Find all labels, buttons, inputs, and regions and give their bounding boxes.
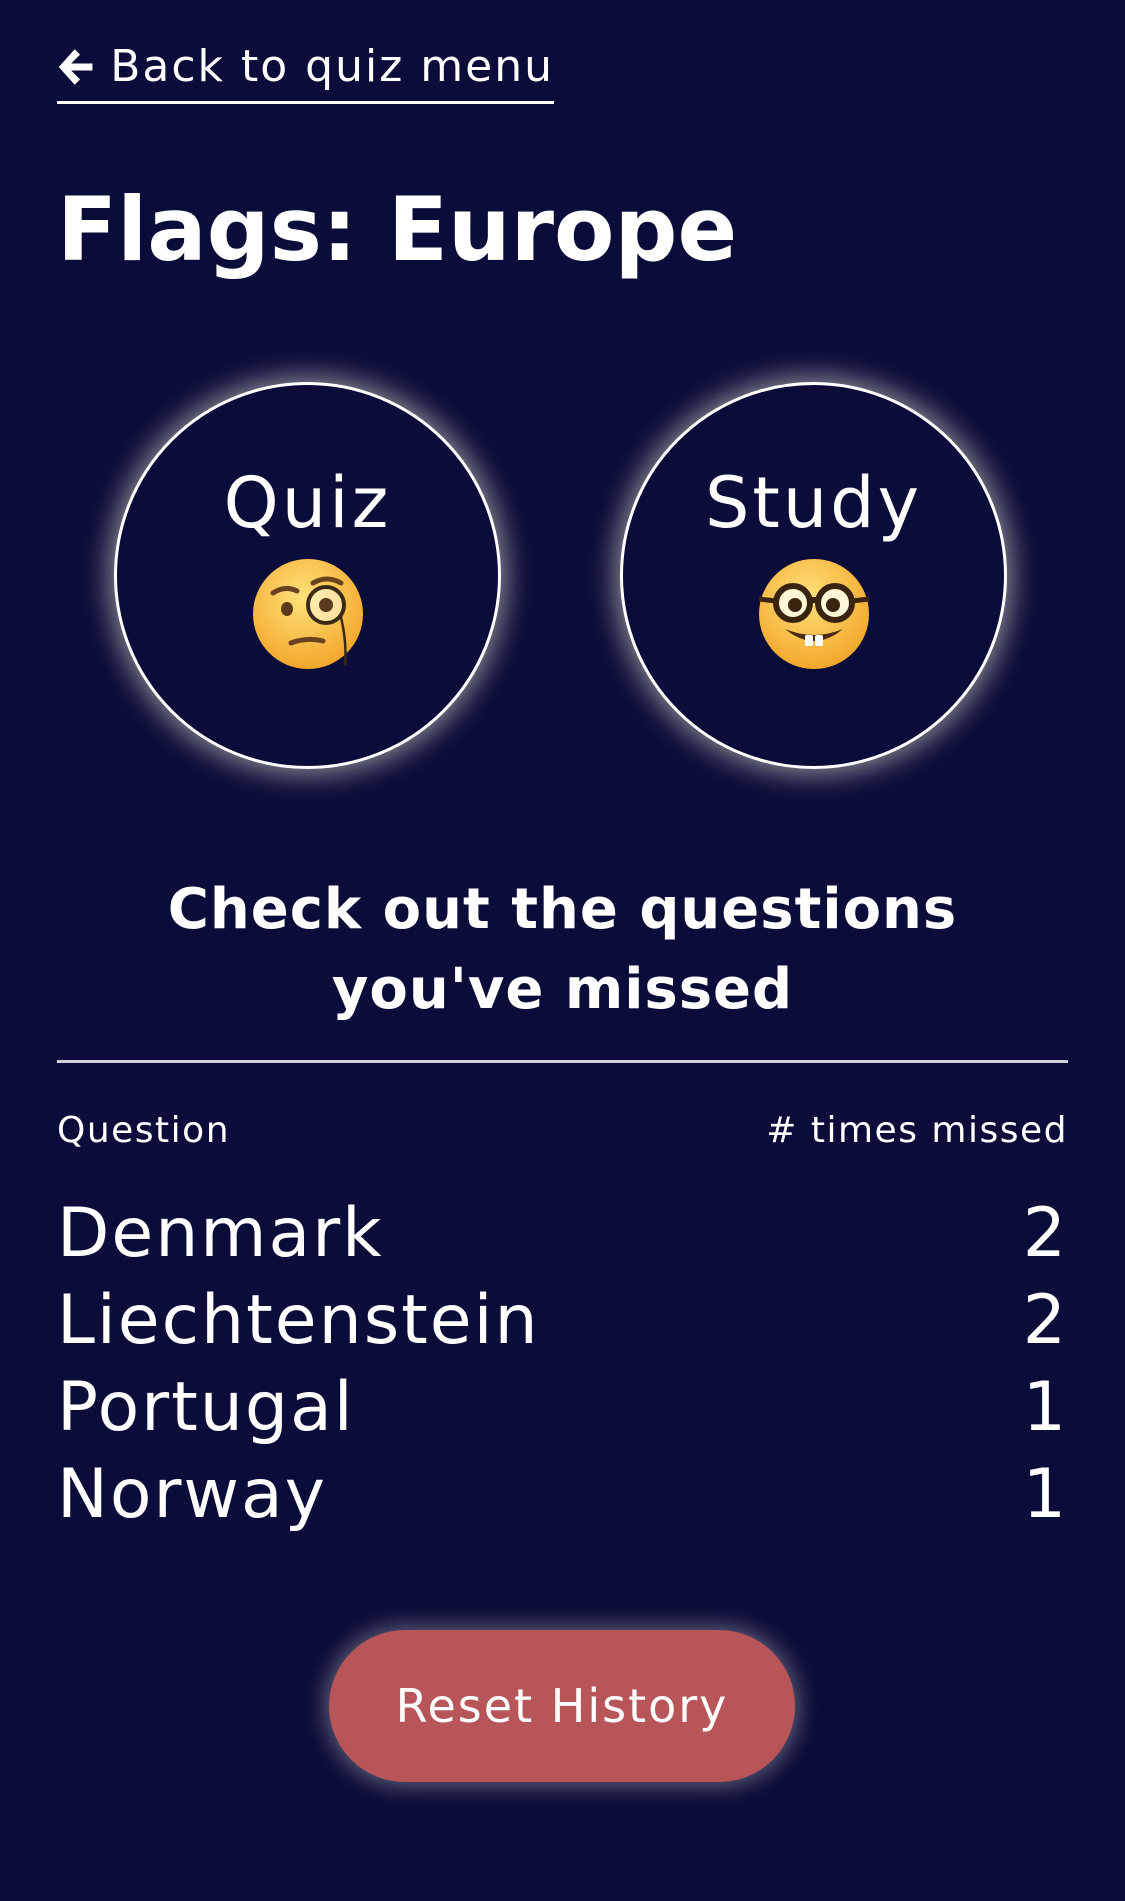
- study-mode-label: Study: [704, 462, 923, 544]
- quiz-mode-button[interactable]: Quiz: [114, 382, 501, 769]
- missed-questions-list: Denmark 2 Liechtenstein 2 Portugal 1 Nor…: [57, 1190, 1068, 1538]
- question-name: Denmark: [57, 1194, 384, 1273]
- monocle-face-icon: [252, 559, 363, 669]
- table-row: Denmark 2: [57, 1190, 1068, 1277]
- question-name: Liechtenstein: [57, 1281, 540, 1360]
- table-row: Norway 1: [57, 1451, 1068, 1538]
- nerd-face-icon: [758, 559, 869, 669]
- column-header-times-missed: # times missed: [766, 1110, 1068, 1151]
- back-to-quiz-menu-link[interactable]: Back to quiz menu: [57, 38, 554, 104]
- study-mode-button[interactable]: Study: [620, 382, 1007, 769]
- table-row: Liechtenstein 2: [57, 1277, 1068, 1364]
- reset-history-button[interactable]: Reset History: [329, 1630, 795, 1782]
- divider: [57, 1060, 1068, 1063]
- arrow-left-icon: [58, 48, 93, 85]
- missed-table-header: Question # times missed: [57, 1110, 1068, 1151]
- times-missed-count: 1: [1022, 1455, 1068, 1534]
- back-link-label: Back to quiz menu: [110, 41, 554, 92]
- times-missed-count: 2: [1022, 1281, 1068, 1360]
- question-name: Portugal: [57, 1368, 355, 1447]
- table-row: Portugal 1: [57, 1364, 1068, 1451]
- missed-questions-heading: Check out the questions you've missed: [167, 877, 958, 1022]
- question-name: Norway: [57, 1455, 327, 1534]
- times-missed-count: 2: [1022, 1194, 1068, 1273]
- page-title: Flags: Europe: [57, 178, 738, 281]
- quiz-mode-label: Quiz: [223, 462, 392, 544]
- times-missed-count: 1: [1022, 1368, 1068, 1447]
- column-header-question: Question: [57, 1110, 231, 1151]
